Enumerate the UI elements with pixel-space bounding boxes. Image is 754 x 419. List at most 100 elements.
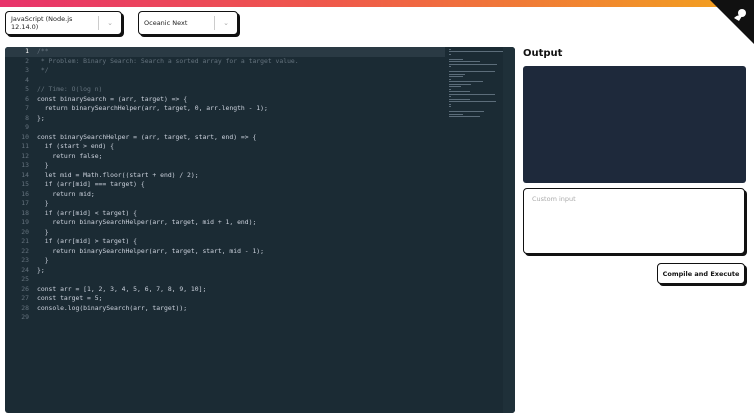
editor-minimap[interactable] — [447, 47, 507, 117]
code-line[interactable]: 2 * Problem: Binary Search: Search a sor… — [5, 57, 445, 67]
minimap-line — [449, 48, 452, 50]
minimap-line — [449, 106, 451, 107]
code-text: return binarySearchHelper(arr, target, m… — [37, 218, 257, 226]
line-number: 6 — [25, 94, 29, 103]
code-line[interactable]: 8}; — [5, 114, 445, 124]
custom-input[interactable] — [523, 188, 745, 254]
minimap-line — [449, 111, 485, 112]
code-line[interactable]: 7 return binarySearchHelper(arr, target,… — [5, 104, 445, 114]
code-text: const binarySearchHelper = (arr, target,… — [37, 132, 257, 141]
code-line[interactable]: 13 } — [5, 161, 445, 171]
line-number: 3 — [25, 66, 29, 74]
code-text: */ — [37, 66, 49, 74]
line-number: 13 — [21, 161, 29, 169]
line-number: 15 — [21, 180, 29, 188]
minimap-line — [449, 61, 481, 62]
code-line[interactable]: 17 } — [5, 199, 445, 209]
minimap-line — [449, 78, 452, 80]
code-line[interactable]: 18 if (arr[mid] < target) { — [5, 209, 445, 219]
minimap-line — [449, 71, 495, 72]
line-number: 28 — [21, 303, 29, 312]
line-number: 19 — [21, 218, 29, 226]
language-select-value: JavaScript (Node.js 12.14.0) — [11, 15, 73, 31]
code-line[interactable]: 1 /** — [5, 47, 445, 57]
minimap-line — [449, 88, 452, 90]
minimap-line — [449, 101, 497, 102]
github-corner-icon[interactable] — [710, 0, 754, 44]
code-line[interactable]: 21 if (arr[mid] > target) { — [5, 237, 445, 247]
line-number: 2 — [25, 56, 29, 65]
code-text: return binarySearchHelper(arr, target, 0… — [37, 104, 268, 112]
minimap-line — [449, 83, 472, 85]
code-text: console.log(binarySearch(arr, target)); — [37, 303, 188, 312]
minimap-line — [449, 91, 470, 92]
output-panel — [523, 66, 746, 183]
code-text: } — [37, 256, 49, 264]
code-line[interactable]: 15 if (arr[mid] === target) { — [5, 180, 445, 190]
code-line[interactable]: 19 return binarySearchHelper(arr, target… — [5, 218, 445, 228]
code-line[interactable]: 24}; — [5, 266, 445, 276]
minimap-line — [449, 93, 495, 95]
line-number: 8 — [25, 113, 29, 122]
code-text: if (arr[mid] < target) { — [37, 208, 138, 217]
code-line[interactable]: 29 — [5, 313, 445, 323]
minimap-line — [449, 98, 470, 100]
code-line[interactable]: 14 let mid = Math.floor((start + end) / … — [5, 171, 445, 181]
minimap-line — [449, 63, 497, 65]
minimap-line — [449, 86, 461, 87]
code-line[interactable]: 26 const arr = [1, 2, 3, 4, 5, 6, 7, 8, 9… — [5, 285, 445, 295]
code-line[interactable]: 9 — [5, 123, 445, 133]
minimap-line — [449, 66, 451, 67]
top-gradient-bar — [0, 0, 754, 7]
code-line[interactable]: 5 // Time: O(log n) — [5, 85, 445, 95]
code-line[interactable]: 3 */ — [5, 66, 445, 76]
line-number: 21 — [21, 237, 29, 245]
minimap-line — [449, 73, 465, 75]
code-line[interactable]: 10 const binarySearchHelper = (arr, targe… — [5, 133, 445, 143]
code-line[interactable]: 27 const target = 5; — [5, 294, 445, 304]
minimap-line — [449, 76, 463, 77]
code-text: } — [37, 161, 49, 169]
line-number: 12 — [21, 151, 29, 160]
code-text: return false; — [37, 151, 103, 160]
code-text: } — [37, 227, 49, 236]
line-number: 9 — [25, 123, 29, 131]
minimap-line — [449, 116, 481, 117]
line-number: 1 — [25, 47, 29, 55]
code-line[interactable]: 28 console.log(binarySearch(arr, target))… — [5, 304, 445, 314]
line-number: 5 — [25, 85, 29, 93]
line-number: 23 — [21, 256, 29, 264]
code-text: const target = 5; — [37, 294, 103, 302]
code-line[interactable]: 23 } — [5, 256, 445, 266]
code-text: const binarySearch = (arr, target) => { — [37, 94, 188, 103]
line-number: 10 — [21, 132, 29, 141]
editor-scrollbar[interactable] — [503, 47, 515, 413]
theme-select-value: Oceanic Next — [144, 19, 188, 27]
minimap-line — [449, 51, 504, 52]
line-number: 26 — [21, 284, 29, 293]
minimap-line — [449, 113, 463, 115]
code-line[interactable]: 4 — [5, 76, 445, 86]
code-line[interactable]: 22 return binarySearchHelper(arr, target… — [5, 247, 445, 257]
code-line[interactable]: 25 — [5, 275, 445, 285]
code-text: // Time: O(log n) — [37, 85, 103, 93]
line-number: 27 — [21, 294, 29, 302]
minimap-line — [449, 96, 452, 97]
line-number: 7 — [25, 104, 29, 112]
theme-select[interactable]: Oceanic Next ⌄ — [138, 11, 238, 35]
code-text: }; — [37, 265, 45, 274]
code-line[interactable]: 16 return mid; — [5, 190, 445, 200]
code-text: let mid = Math.floor((start + end) / 2); — [37, 170, 199, 179]
language-select[interactable]: JavaScript (Node.js 12.14.0) ⌄ — [5, 11, 122, 35]
line-number: 20 — [21, 227, 29, 236]
code-editor[interactable]: 1 /** 2 * Problem: Binary Search: Search a… — [5, 47, 515, 413]
line-number: 24 — [21, 265, 29, 274]
code-line[interactable]: 20 } — [5, 228, 445, 238]
compile-and-execute-button[interactable]: Compile and Execute — [657, 263, 745, 284]
line-number: 16 — [21, 189, 29, 198]
code-line[interactable]: 6 const binarySearch = (arr, target) => { — [5, 95, 445, 105]
code-line[interactable]: 12 return false; — [5, 152, 445, 162]
output-title: Output — [523, 48, 563, 59]
code-line[interactable]: 11 if (start > end) { — [5, 142, 445, 152]
code-text: if (arr[mid] === target) { — [37, 180, 145, 188]
